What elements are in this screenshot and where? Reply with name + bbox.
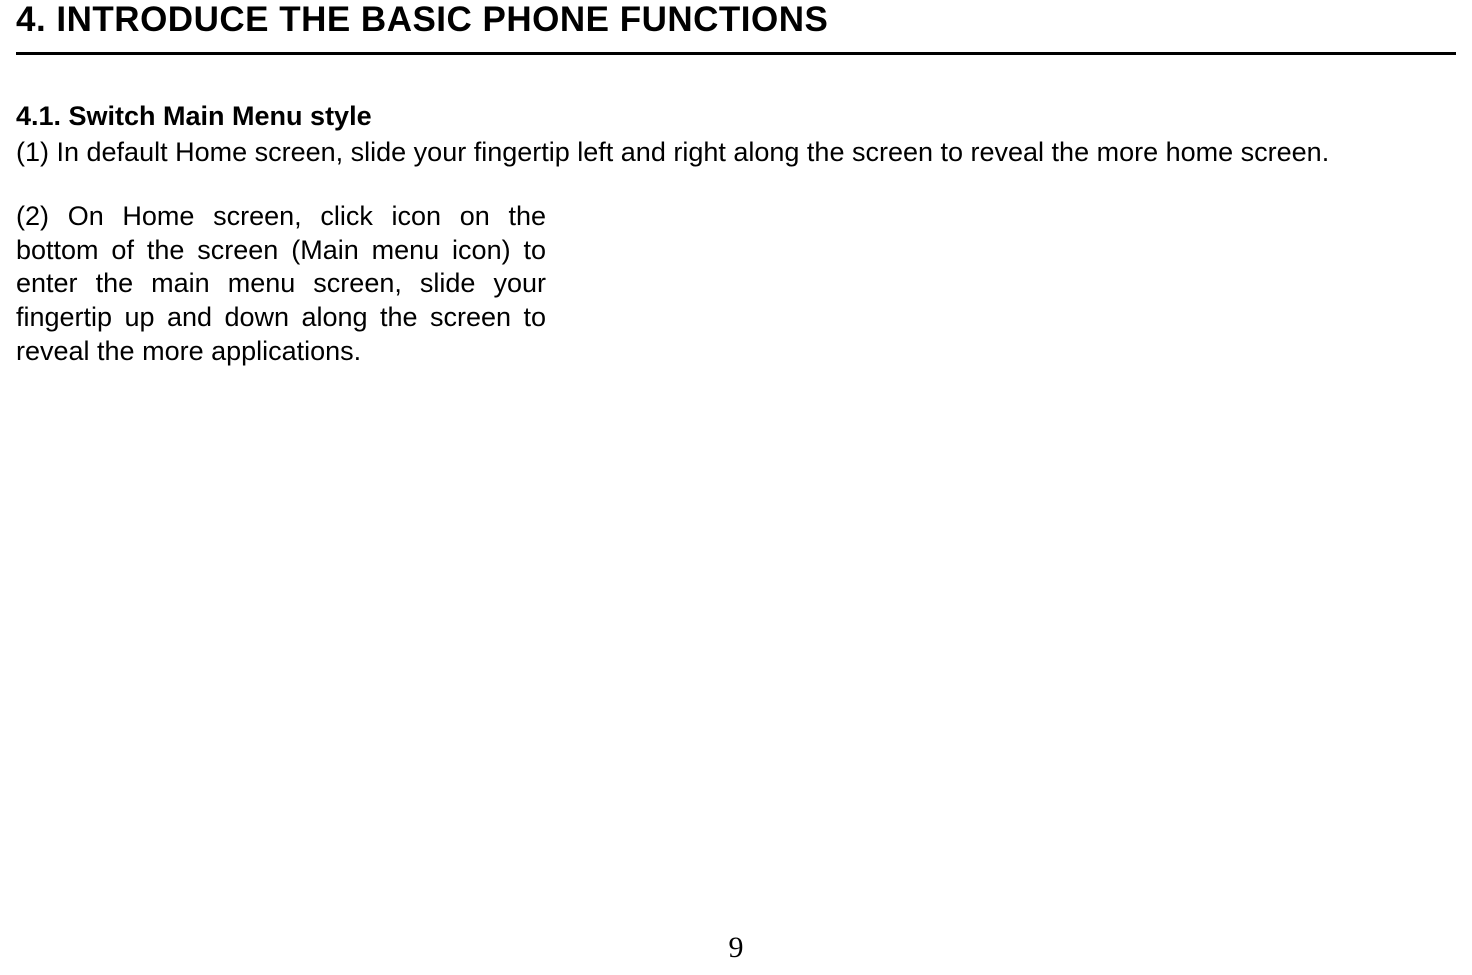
paragraph-2: (2) On Home screen, click icon on the bo… [16, 200, 546, 369]
chapter-title: 4. INTRODUCE THE BASIC PHONE FUNCTIONS [16, 0, 1456, 40]
page-number: 9 [729, 931, 744, 965]
paragraph-1: (1) In default Home screen, slide your f… [16, 136, 1456, 170]
chapter-divider [16, 52, 1456, 55]
section-title: 4.1. Switch Main Menu style [16, 101, 1456, 132]
